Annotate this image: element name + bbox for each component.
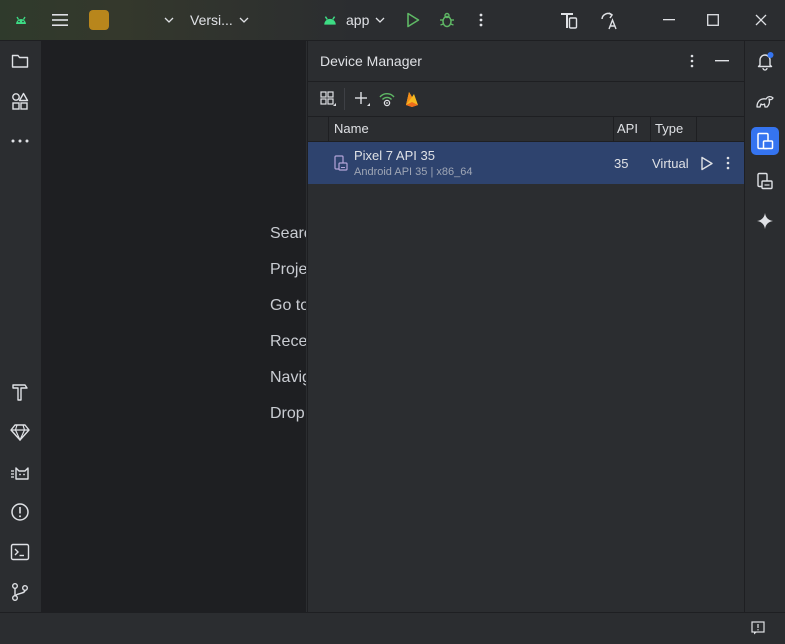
hint-goto: Go to	[270, 297, 306, 314]
hint-drop: Drop	[270, 405, 305, 422]
hamburger-menu-icon[interactable]	[48, 0, 72, 40]
editor-area: Searc Proje Go to Rece Navig Drop	[42, 41, 306, 612]
device-manager-header: Device Manager	[308, 41, 744, 82]
problems-icon[interactable]	[8, 500, 32, 524]
start-device-icon[interactable]	[700, 156, 714, 171]
minimize-icon[interactable]	[658, 0, 680, 40]
running-devices-icon[interactable]	[751, 167, 779, 195]
ide-window: Versi... app Sear Proje Go to Rece Navi …	[0, 0, 785, 644]
more-vert-icon[interactable]	[470, 0, 492, 40]
column-separator	[650, 117, 651, 141]
resource-manager-icon[interactable]	[8, 89, 32, 113]
column-type[interactable]: Type	[655, 117, 683, 141]
column-separator	[328, 117, 329, 141]
project-menu[interactable]: Versi...	[190, 0, 256, 40]
run-icon[interactable]	[402, 0, 424, 40]
device-manager-icon[interactable]	[751, 127, 779, 155]
run-config-label: app	[346, 12, 370, 28]
chevron-down-icon[interactable]	[160, 0, 178, 40]
android-icon[interactable]	[10, 0, 32, 40]
hint-recent: Rece	[270, 333, 306, 350]
status-bar	[0, 612, 785, 644]
column-separator	[696, 117, 697, 141]
panel-hide-icon[interactable]	[715, 60, 729, 62]
column-api[interactable]: API	[617, 117, 638, 141]
device-row[interactable]: Pixel 7 API 35 Android API 35 | x86_64 3…	[308, 142, 744, 184]
hint-project: Proje	[270, 261, 306, 278]
project-menu-label: Versi...	[190, 12, 233, 28]
device-manager-title: Device Manager	[320, 53, 422, 69]
chevron-down-icon	[375, 17, 385, 23]
project-folder-icon[interactable]	[8, 49, 32, 73]
more-icon[interactable]	[8, 129, 32, 153]
device-group-icon[interactable]	[320, 91, 337, 107]
device-actions-icon[interactable]	[726, 156, 730, 170]
title-bar: Versi... app	[0, 0, 785, 41]
column-name[interactable]: Name	[334, 117, 369, 141]
device-table-header: Name API Type	[308, 117, 744, 142]
git-icon[interactable]	[8, 580, 32, 604]
gradle-icon[interactable]	[751, 87, 779, 115]
right-tool-window-bar	[744, 41, 785, 612]
device-manager-panel: Device Manager Name API Type Pixel 7 API…	[307, 41, 744, 612]
android-icon	[324, 16, 336, 25]
device-name: Pixel 7 API 35	[354, 148, 435, 163]
hint-search: Searc	[270, 225, 306, 242]
panel-options-icon[interactable]	[690, 54, 694, 68]
project-badge[interactable]	[88, 0, 110, 40]
add-device-icon[interactable]	[354, 91, 371, 107]
project-badge-square	[89, 10, 109, 30]
firebase-icon[interactable]	[404, 90, 420, 108]
translate-icon[interactable]	[596, 0, 622, 40]
wifi-pairing-icon[interactable]	[378, 90, 396, 108]
logcat-icon[interactable]	[8, 460, 32, 484]
terminal-icon[interactable]	[8, 540, 32, 564]
column-separator	[613, 117, 614, 141]
device-mirror-icon[interactable]	[556, 0, 582, 40]
device-api: 35	[614, 156, 629, 171]
device-type: Virtual	[652, 156, 689, 171]
debug-icon[interactable]	[436, 0, 458, 40]
gem-icon[interactable]	[8, 420, 32, 444]
gemini-icon[interactable]	[751, 207, 779, 235]
close-icon[interactable]	[750, 0, 772, 40]
chevron-down-icon	[239, 17, 249, 23]
maximize-icon[interactable]	[702, 0, 724, 40]
virtual-device-icon	[334, 155, 348, 171]
left-tool-window-bar	[0, 41, 42, 612]
build-hammer-icon[interactable]	[8, 380, 32, 404]
notifications-icon[interactable]	[751, 47, 779, 75]
device-manager-toolbar	[308, 82, 744, 117]
toolbar-divider	[344, 88, 345, 110]
device-details: Android API 35 | x86_64	[354, 166, 473, 178]
run-config-selector[interactable]: app	[322, 0, 388, 40]
hint-navigation: Navig	[270, 369, 306, 386]
status-notification-icon[interactable]	[751, 621, 765, 635]
